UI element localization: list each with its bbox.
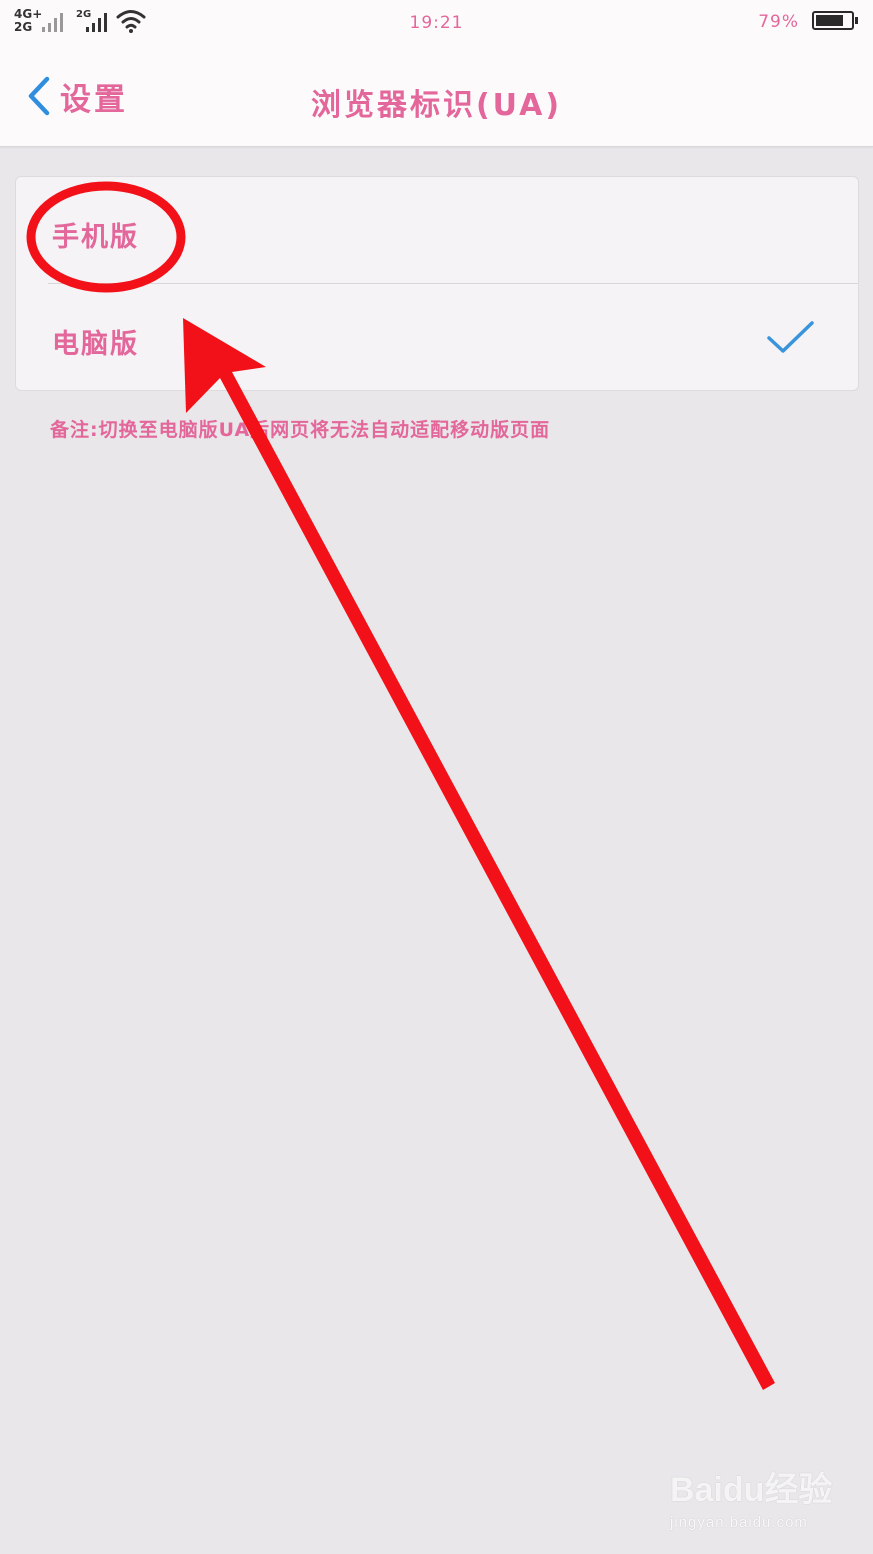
watermark-logo: Baidu经验 jingyan.baidu.com (670, 1462, 840, 1534)
ua-footnote: 备注:切换至电脑版UA后网页将无法自动适配移动版页面 (50, 419, 551, 441)
status-time: 19:21 (409, 13, 464, 33)
option-mobile-label: 手机版 (52, 222, 139, 253)
status-bar: 4G+ 2G 2G 19:21 79% (0, 0, 873, 46)
ua-options-list: 手机版 电脑版 (15, 176, 859, 391)
watermark-url: jingyan.baidu.com (670, 1514, 808, 1531)
watermark-brand: Baidu经验 (670, 1471, 833, 1509)
option-desktop[interactable]: 电脑版 (16, 284, 858, 390)
option-mobile[interactable]: 手机版 (16, 177, 858, 284)
battery-percentage: 79% (758, 12, 799, 32)
battery-icon (812, 11, 858, 30)
red-arrow (183, 318, 775, 1390)
checkmark-icon (767, 321, 814, 353)
option-desktop-label: 电脑版 (52, 329, 139, 360)
navigation-header: 设置 浏览器标识(UA) (0, 46, 873, 147)
battery-level-fill (816, 15, 843, 26)
page-title: 浏览器标识(UA) (310, 88, 563, 123)
